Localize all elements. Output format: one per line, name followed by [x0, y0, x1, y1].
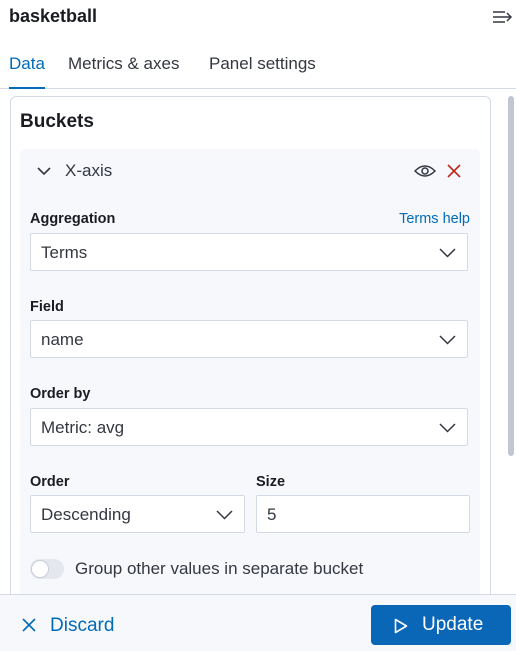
- tab-panel-settings[interactable]: Panel settings: [209, 46, 316, 88]
- aggregation-select[interactable]: Terms: [30, 233, 468, 271]
- aggregation-name: X-axis: [65, 161, 113, 180]
- buckets-title: Buckets: [20, 111, 94, 132]
- field-label: Field: [30, 299, 64, 315]
- close-icon[interactable]: [447, 164, 461, 178]
- tab-data[interactable]: Data: [9, 46, 45, 89]
- update-button[interactable]: Update: [371, 605, 511, 645]
- visualization-title: basketball: [9, 6, 98, 26]
- chevron-down-icon: [216, 510, 233, 520]
- field-select[interactable]: name: [30, 320, 468, 358]
- chevron-down-icon: [439, 423, 456, 433]
- editor-header: basketball: [0, 0, 516, 36]
- play-icon: [394, 618, 408, 634]
- terms-help-link[interactable]: Terms help: [399, 211, 470, 227]
- eye-icon[interactable]: [414, 163, 436, 179]
- size-label: Size: [256, 474, 286, 490]
- order-select[interactable]: Descending: [30, 495, 245, 533]
- group-other-toggle[interactable]: [30, 559, 64, 579]
- size-input[interactable]: 5: [256, 495, 470, 533]
- aggregation-header[interactable]: X-axis: [20, 149, 480, 193]
- group-other-label: Group other values in separate bucket: [75, 559, 364, 578]
- buckets-panel: Buckets X-axis Aggregation Terms help Te…: [10, 96, 491, 594]
- order-label: Order: [30, 474, 70, 490]
- vertical-scrollbar[interactable]: [508, 96, 514, 456]
- aggregation-card: X-axis Aggregation Terms help Terms Fiel…: [20, 149, 480, 594]
- editor-tabs: Data Metrics & axes Panel settings: [0, 46, 516, 89]
- editor-scroll-area: Buckets X-axis Aggregation Terms help Te…: [0, 89, 516, 594]
- size-value: 5: [267, 505, 277, 524]
- discard-label: Discard: [50, 615, 115, 636]
- field-value: name: [41, 330, 84, 349]
- order-by-select[interactable]: Metric: avg: [30, 408, 468, 446]
- chevron-down-icon[interactable]: [36, 165, 52, 177]
- update-label: Update: [422, 614, 484, 635]
- toggle-knob: [32, 561, 48, 577]
- order-by-label: Order by: [30, 386, 91, 402]
- chevron-down-icon: [439, 335, 456, 345]
- order-by-value: Metric: avg: [41, 418, 125, 437]
- close-icon: [22, 618, 36, 632]
- chevron-down-icon: [439, 248, 456, 258]
- tab-metrics-axes[interactable]: Metrics & axes: [68, 46, 179, 88]
- collapse-menu-icon[interactable]: [492, 8, 512, 26]
- editor-footer: Discard Update: [0, 594, 516, 651]
- order-value: Descending: [41, 505, 131, 524]
- aggregation-value: Terms: [41, 243, 88, 262]
- aggregation-label: Aggregation: [30, 211, 116, 227]
